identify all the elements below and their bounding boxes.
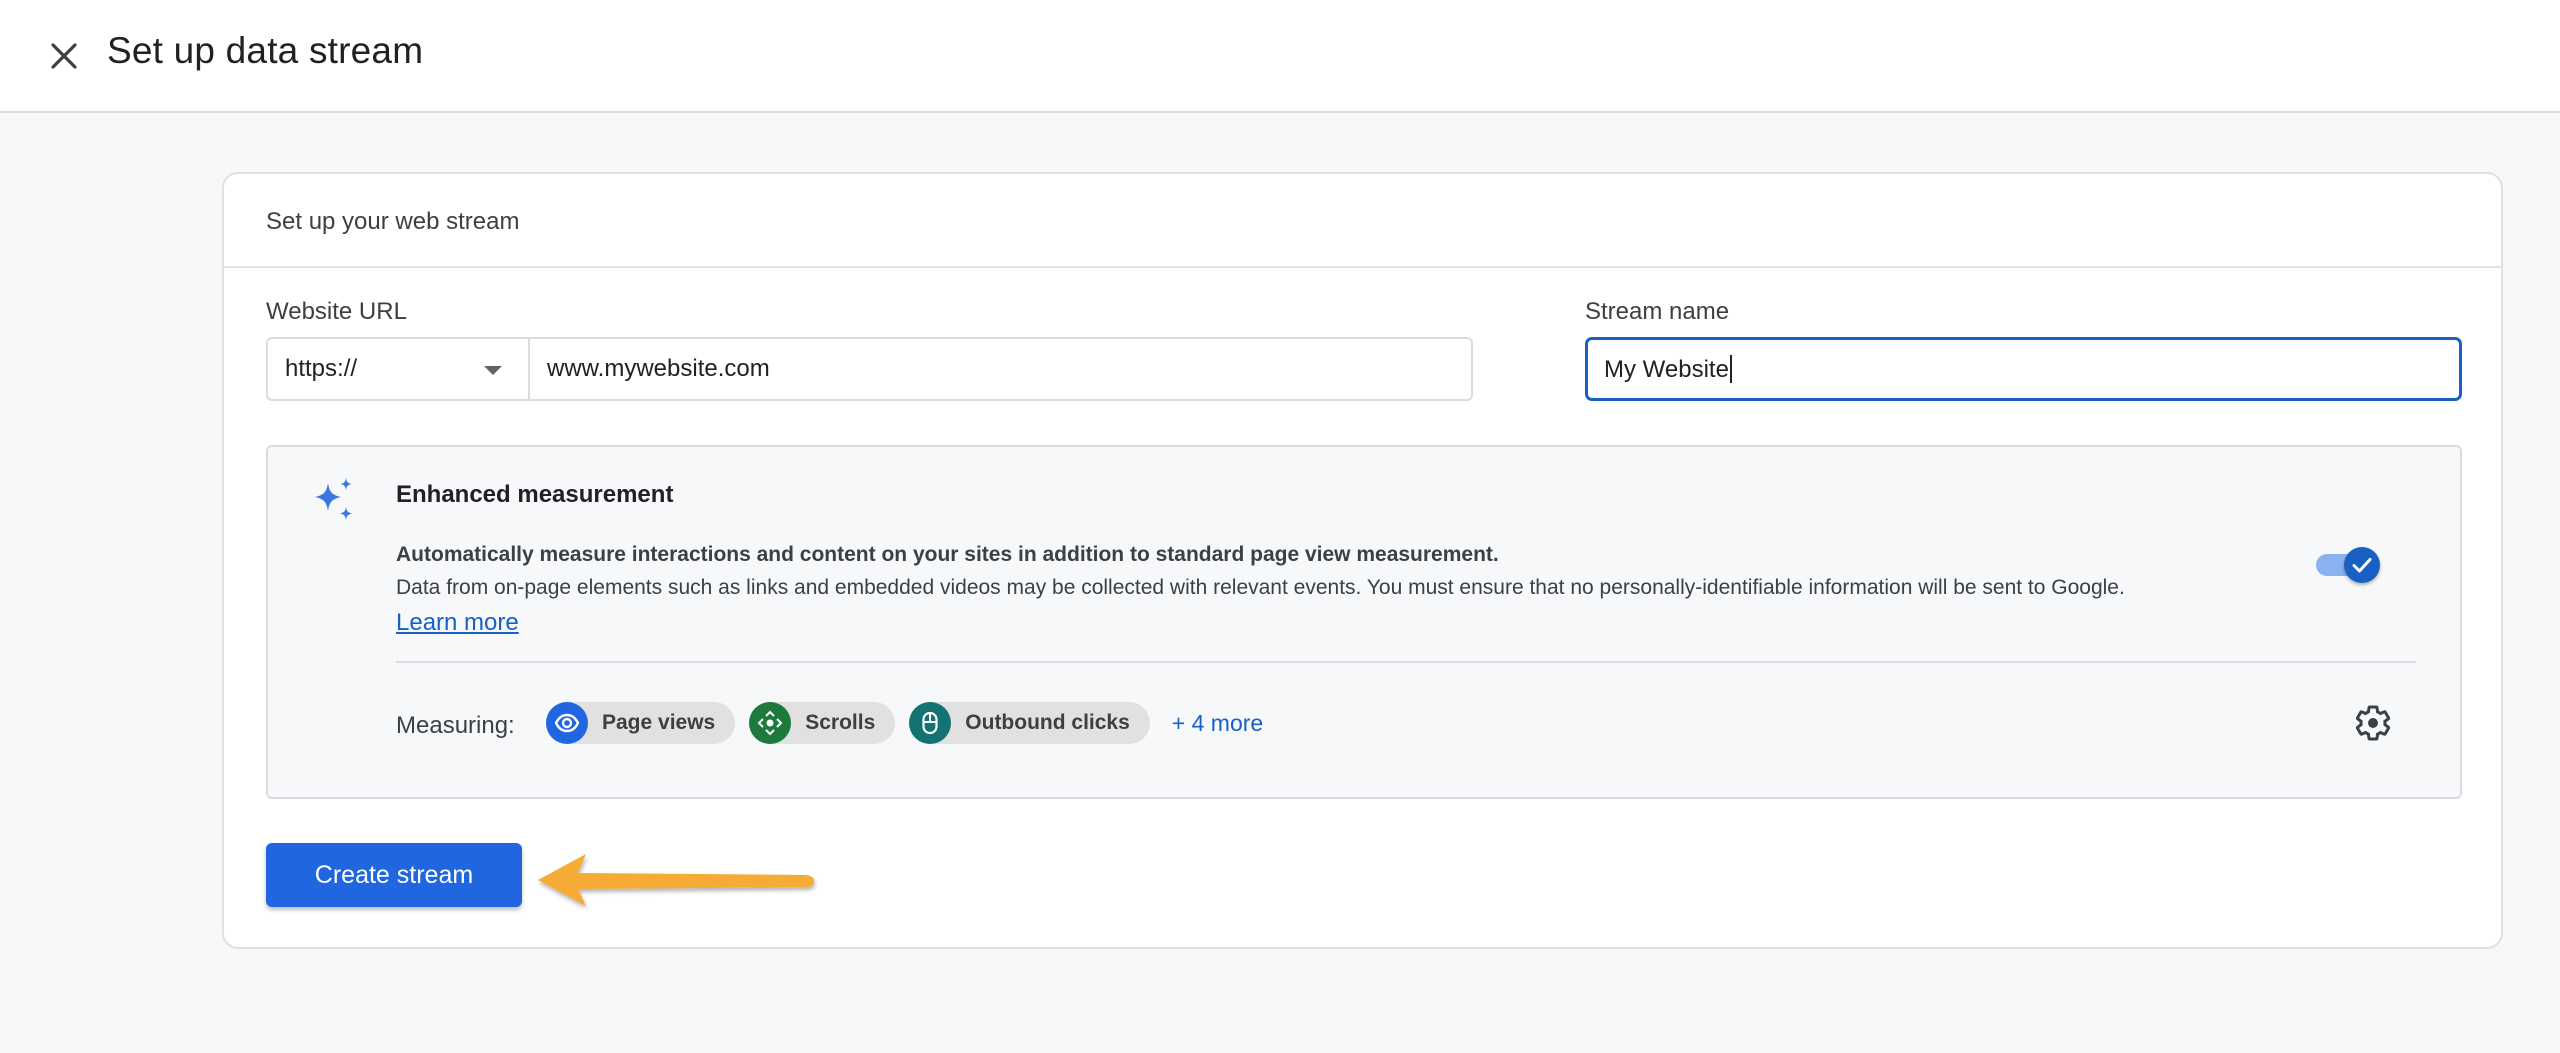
protocol-select[interactable]: https:// <box>268 339 530 399</box>
card-title: Set up your web stream <box>266 208 520 235</box>
chip-label: Outbound clicks <box>965 711 1130 734</box>
enhanced-measurement-description-bold: Automatically measure interactions and c… <box>396 543 1499 566</box>
measuring-label: Measuring: <box>396 712 515 739</box>
card-header: Set up your web stream <box>224 174 2501 268</box>
divider <box>396 661 2416 663</box>
chip-label: Scrolls <box>805 711 876 734</box>
enhanced-measurement-title: Enhanced measurement <box>396 481 674 508</box>
measuring-chips: Page views Scrolls Outbound clicks + 4 m… <box>546 702 1263 744</box>
scroll-arrows-icon <box>749 702 792 744</box>
dropdown-caret-icon <box>484 366 502 375</box>
learn-more-link[interactable]: Learn more <box>396 609 519 637</box>
enhanced-measurement-panel: Enhanced measurement Automatically measu… <box>266 445 2462 799</box>
chip-outbound-clicks[interactable]: Outbound clicks <box>909 702 1150 744</box>
gear-icon <box>2355 705 2391 741</box>
close-button[interactable] <box>44 36 84 76</box>
check-icon <box>2352 558 2372 573</box>
enhanced-measurement-toggle[interactable] <box>2314 545 2384 585</box>
toggle-thumb <box>2344 547 2380 583</box>
website-url-input[interactable]: www.mywebsite.com <box>530 339 1471 399</box>
stream-name-input[interactable]: My Website <box>1585 337 2462 401</box>
page-title: Set up data stream <box>107 30 424 71</box>
website-url-label: Website URL <box>266 298 407 325</box>
sparkle-icon <box>315 478 352 520</box>
text-cursor <box>1729 355 1732 383</box>
more-events-link[interactable]: + 4 more <box>1172 710 1263 737</box>
web-stream-card: Set up your web stream Website URL https… <box>222 172 2503 949</box>
website-url-group: https:// www.mywebsite.com <box>266 337 1473 401</box>
top-bar: Set up data stream <box>0 0 2560 113</box>
protocol-value: https:// <box>285 355 358 382</box>
chip-label: Page views <box>602 711 716 734</box>
enhanced-measurement-description: Data from on-page elements such as links… <box>396 576 2125 599</box>
chip-scrolls[interactable]: Scrolls <box>749 702 896 744</box>
settings-button[interactable] <box>2353 703 2393 743</box>
annotation-arrow-icon <box>538 854 814 906</box>
eye-icon <box>546 702 588 744</box>
website-url-value: www.mywebsite.com <box>547 355 770 382</box>
mouse-icon <box>909 702 952 744</box>
stream-name-value: My Website <box>1604 356 1729 383</box>
chip-page-views[interactable]: Page views <box>546 702 736 744</box>
close-icon <box>51 43 77 69</box>
create-stream-button[interactable]: Create stream <box>266 843 522 907</box>
stream-name-label: Stream name <box>1585 298 1730 325</box>
